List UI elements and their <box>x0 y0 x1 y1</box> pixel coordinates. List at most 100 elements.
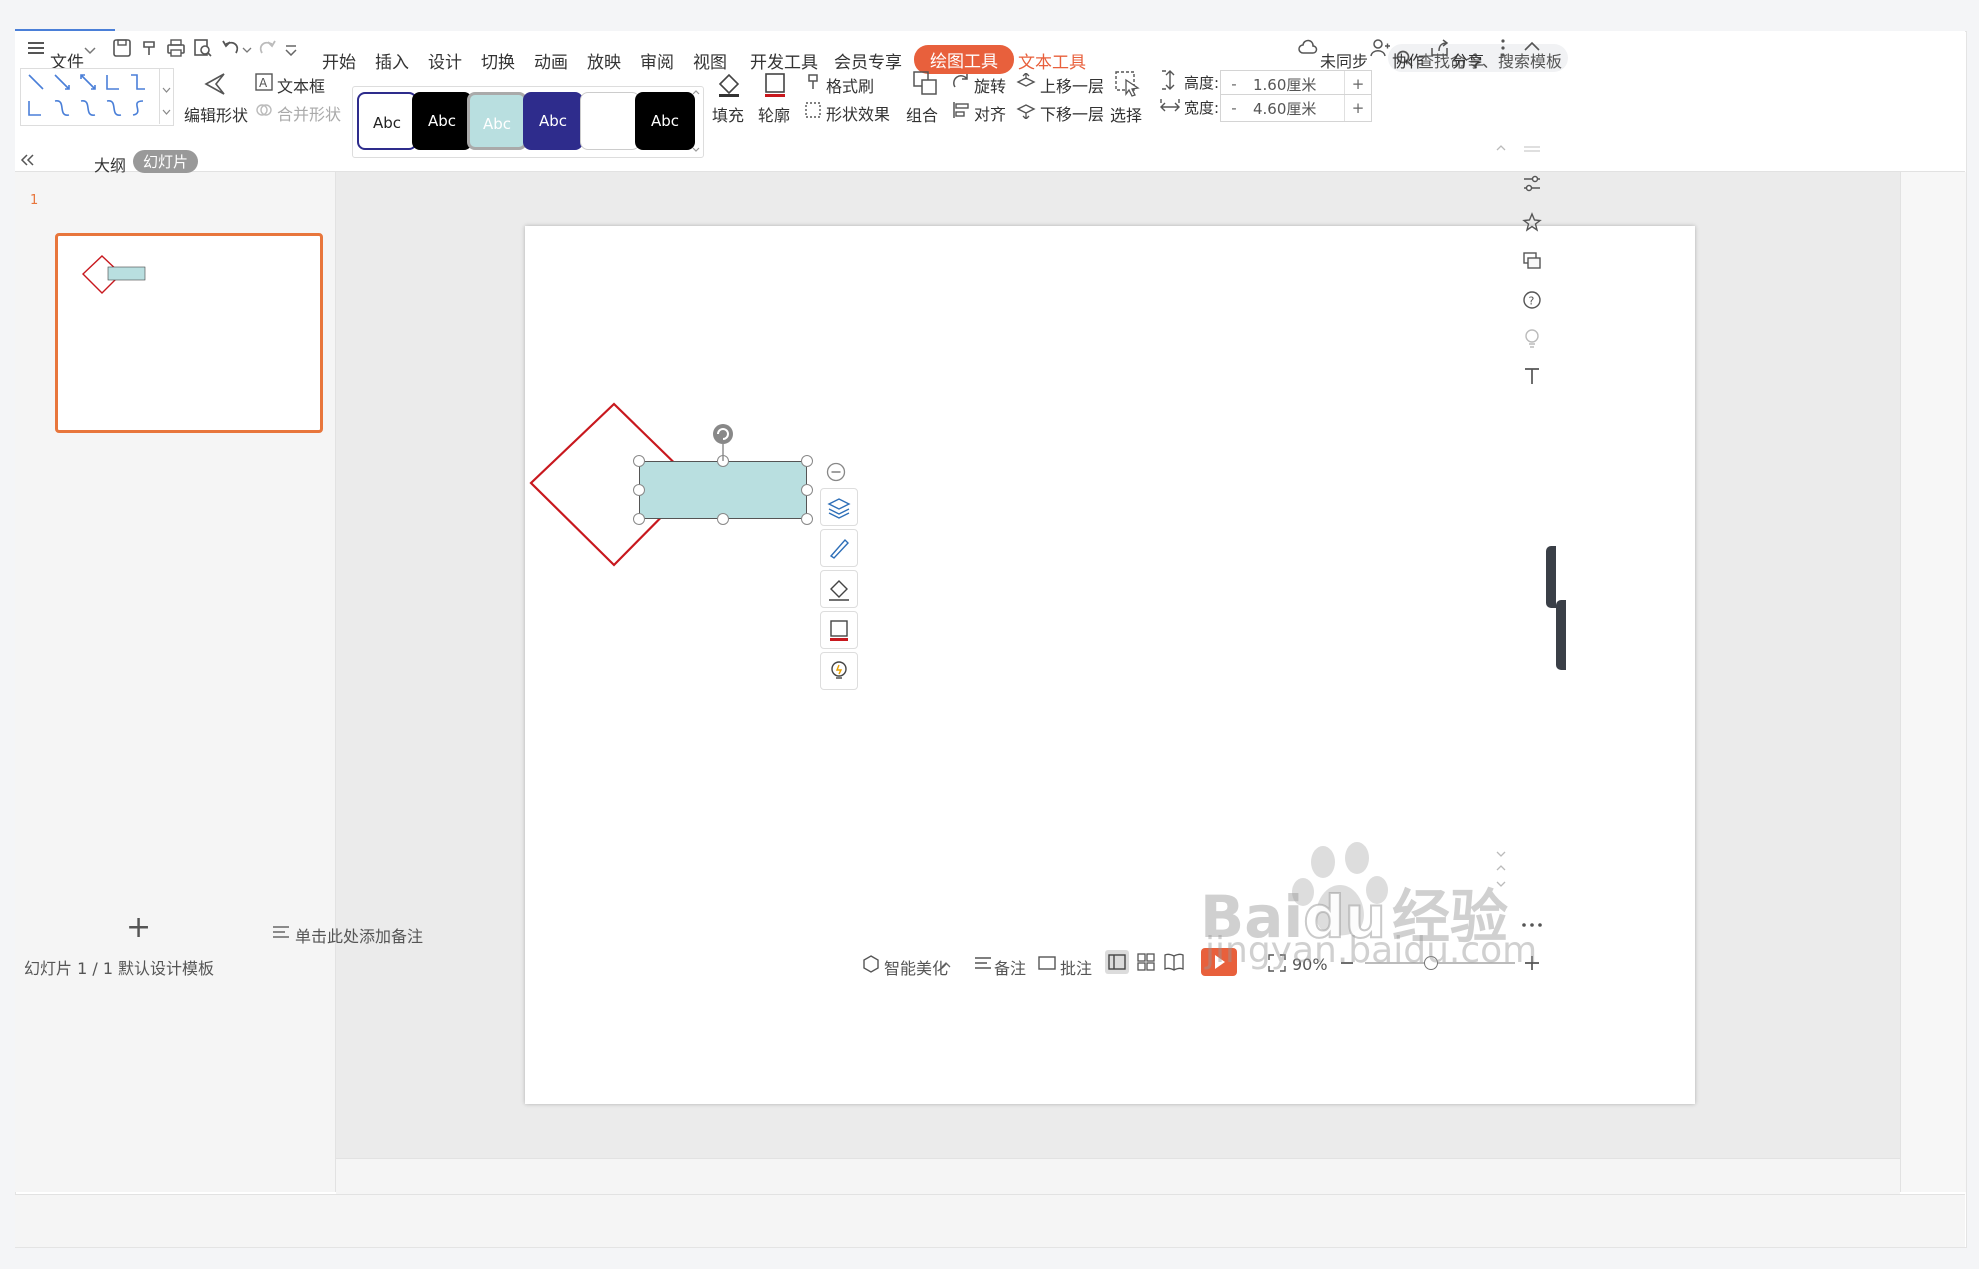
help-icon[interactable]: ? <box>1522 290 1542 310</box>
notes-toggle-icon[interactable] <box>974 956 992 970</box>
style-swatch-black-2[interactable]: Abc <box>635 92 695 150</box>
comments-icon[interactable] <box>1038 955 1056 973</box>
rotate-button[interactable]: 旋转 <box>974 73 1006 97</box>
width-value[interactable]: 4.60厘米 <box>1253 98 1316 119</box>
slide-thumbnail[interactable] <box>55 233 323 433</box>
undo-icon[interactable] <box>220 38 242 58</box>
selected-rectangle[interactable] <box>639 461 807 519</box>
align-button[interactable]: 对齐 <box>974 101 1006 125</box>
customize-toolbar-icon[interactable] <box>284 44 298 56</box>
collapse-panel-icon[interactable] <box>19 153 35 167</box>
width-decrement-button[interactable]: - <box>1221 95 1247 121</box>
tab-design[interactable]: 设计 <box>428 48 462 73</box>
group-button[interactable]: 组合 <box>906 102 938 126</box>
text-format-icon[interactable] <box>1522 366 1542 386</box>
tab-transition[interactable]: 切换 <box>481 48 515 73</box>
vertical-scrollbar[interactable] <box>1494 140 1508 910</box>
bring-forward-icon[interactable] <box>1016 73 1036 91</box>
edit-shape-button[interactable]: 编辑形状 <box>184 102 248 126</box>
print-icon[interactable] <box>166 38 186 58</box>
send-backward-button[interactable]: 下移一层 <box>1040 101 1104 125</box>
resize-handle-ne[interactable] <box>801 455 813 467</box>
tab-slides[interactable]: 幻灯片 <box>133 150 199 173</box>
resize-handle-nw[interactable] <box>633 455 645 467</box>
chevron-up-icon[interactable] <box>941 961 951 969</box>
style-gallery-expand-icon[interactable] <box>690 86 702 156</box>
tab-home[interactable]: 开始 <box>322 48 356 73</box>
hamburger-icon[interactable] <box>28 40 46 56</box>
shape-effects-button[interactable]: 形状效果 <box>826 101 890 125</box>
normal-view-button[interactable] <box>1105 950 1129 974</box>
notes-toggle-button[interactable]: 备注 <box>994 955 1026 979</box>
tab-insert[interactable]: 插入 <box>375 48 409 73</box>
sync-status[interactable]: 未同步 <box>1320 48 1368 72</box>
outline-icon[interactable] <box>762 70 788 98</box>
send-backward-icon[interactable] <box>1016 101 1036 119</box>
style-swatch-navy[interactable]: Abc <box>523 92 583 150</box>
collapse-ribbon-icon[interactable] <box>1524 40 1540 52</box>
group-icon[interactable] <box>912 70 938 98</box>
tab-slideshow[interactable]: 放映 <box>587 48 621 73</box>
fill-button[interactable]: 填充 <box>712 102 744 126</box>
collab-icon[interactable] <box>1370 39 1390 57</box>
more-horizontal-icon[interactable] <box>1520 920 1544 930</box>
select-icon[interactable] <box>1114 70 1140 98</box>
float-fill-button[interactable] <box>820 570 858 608</box>
line-shapes-gallery[interactable] <box>20 68 174 126</box>
share-button[interactable]: 分享 <box>1452 48 1484 72</box>
tab-member[interactable]: 会员专享 <box>834 48 902 73</box>
select-button[interactable]: 选择 <box>1110 102 1142 126</box>
width-increment-button[interactable]: + <box>1344 95 1371 121</box>
float-layers-button[interactable] <box>820 488 858 526</box>
side-widget-tab-2[interactable] <box>1556 600 1566 670</box>
smart-beautify-icon[interactable] <box>862 955 880 973</box>
resize-handle-s[interactable] <box>717 513 729 525</box>
bring-forward-button[interactable]: 上移一层 <box>1040 73 1104 97</box>
height-value[interactable]: 1.60厘米 <box>1253 74 1316 95</box>
add-slide-button[interactable]: + <box>126 910 151 945</box>
tab-outline[interactable]: 大纲 <box>94 152 126 176</box>
format-painter-quick-icon[interactable] <box>140 38 160 58</box>
properties-icon[interactable] <box>1522 174 1542 194</box>
comments-button[interactable]: 批注 <box>1060 955 1092 979</box>
collapse-float-toolbar-icon[interactable] <box>826 462 846 482</box>
tab-animation[interactable]: 动画 <box>534 48 568 73</box>
style-swatch-outline[interactable]: Abc <box>357 92 417 150</box>
share-icon[interactable] <box>1430 39 1450 57</box>
gallery-scroll[interactable] <box>159 68 173 124</box>
outline-button[interactable]: 轮廓 <box>758 102 790 126</box>
side-widget-tab[interactable] <box>1546 546 1556 608</box>
collab-button[interactable]: 协作 <box>1392 48 1424 72</box>
textbox-button[interactable]: 文本框 <box>277 73 325 97</box>
resize-handle-se[interactable] <box>801 513 813 525</box>
resize-handle-e[interactable] <box>801 484 813 496</box>
magic-star-icon[interactable] <box>1522 212 1542 232</box>
smart-beautify-button[interactable]: 智能美化 <box>884 955 948 979</box>
fill-icon[interactable] <box>716 70 742 98</box>
style-swatch-black[interactable]: Abc <box>412 92 472 150</box>
edit-shape-icon[interactable] <box>200 70 230 98</box>
notes-placeholder[interactable]: 单击此处添加备注 <box>295 923 423 947</box>
style-swatch-teal-selected[interactable]: Abc <box>467 92 527 150</box>
notes-bar[interactable] <box>336 1158 1900 1195</box>
rotate-icon[interactable] <box>952 73 970 91</box>
width-field[interactable]: - 4.60厘米 + <box>1220 94 1372 122</box>
redo-icon[interactable] <box>256 38 278 58</box>
reading-view-icon[interactable] <box>1164 953 1184 971</box>
cloud-sync-icon[interactable] <box>1298 39 1318 57</box>
save-icon[interactable] <box>112 38 132 58</box>
float-effects-button[interactable] <box>820 652 858 690</box>
resize-handle-sw[interactable] <box>633 513 645 525</box>
resize-handle-w[interactable] <box>633 484 645 496</box>
float-outline-button[interactable] <box>820 611 858 649</box>
undo-dropdown-icon[interactable] <box>242 46 252 54</box>
grid-view-icon[interactable] <box>1137 953 1155 971</box>
tab-text-tools[interactable]: 文本工具 <box>1018 48 1086 73</box>
tab-review[interactable]: 审阅 <box>640 48 674 73</box>
textbox-icon[interactable]: A <box>255 73 273 91</box>
shape-effects-icon[interactable] <box>804 101 822 119</box>
chevron-down-icon[interactable] <box>84 46 96 56</box>
template-name[interactable]: 默认设计模板 <box>118 955 214 979</box>
more-vertical-icon[interactable] <box>1500 38 1506 58</box>
tips-lightbulb-icon[interactable] <box>1522 328 1542 348</box>
